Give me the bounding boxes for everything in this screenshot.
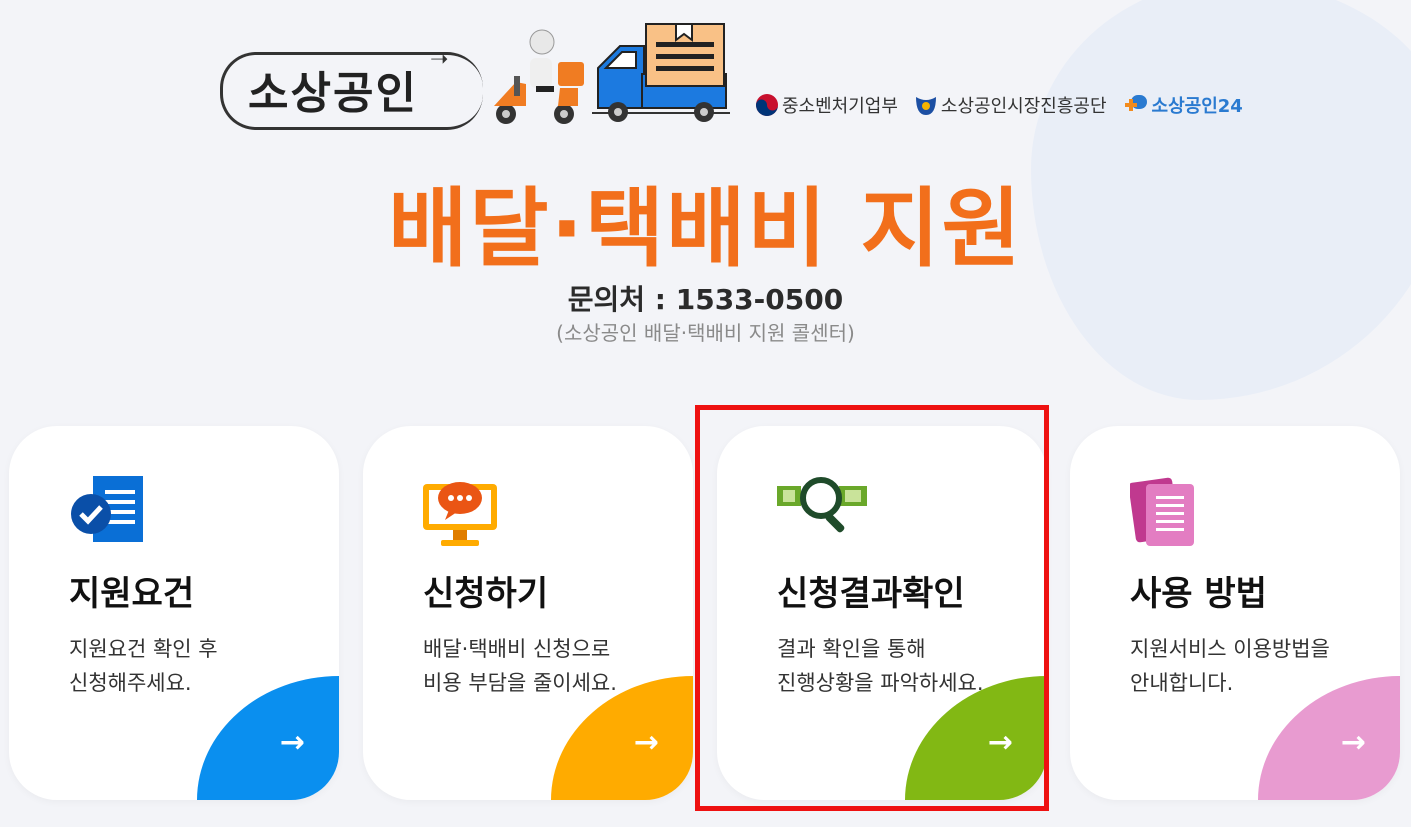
card-title: 신청결과확인 — [777, 574, 965, 614]
search-magnifier-icon — [777, 477, 867, 533]
documents-stack-icon — [1130, 477, 1194, 546]
banner-arrow-icon: ➝ — [430, 47, 449, 72]
delivery-truck-icon — [592, 23, 730, 122]
arrow-right-icon[interactable]: → — [634, 725, 659, 760]
card-apply[interactable]: 신청하기 배달·택배비 신청으로 비용 부담을 줄이세요. → — [363, 426, 693, 800]
ministry-emblem-icon — [756, 94, 778, 116]
logo-semas-label: 소상공인시장진흥공단 — [940, 96, 1107, 117]
logo-ministry-label: 중소벤처기업부 — [782, 96, 898, 117]
banner-title: 소상공인 — [248, 68, 418, 119]
logo-sosang24-label: 소상공인24 — [1151, 96, 1243, 117]
arrow-right-icon[interactable]: → — [280, 725, 305, 760]
page-title: 배달·택배비 지원 — [388, 179, 1023, 279]
logo-sosang24[interactable]: 소상공인24 — [1123, 92, 1243, 118]
logo-semas[interactable]: 소상공인시장진흥공단 — [914, 92, 1107, 118]
card-description-line1: 지원요건 확인 후 — [69, 637, 218, 661]
card-title: 사용 방법 — [1130, 574, 1267, 614]
card-description-line1: 배달·택배비 신청으로 — [423, 637, 611, 661]
contact-phone: 문의처 : 1533-0500 — [567, 283, 844, 316]
arrow-right-icon[interactable]: → — [1341, 725, 1366, 760]
monitor-chat-icon — [423, 482, 497, 546]
card-description-line1: 결과 확인을 통해 — [777, 637, 926, 661]
semas-logo-icon — [915, 97, 936, 115]
card-check-result[interactable]: 신청결과확인 결과 확인을 통해 진행상황을 파악하세요. → — [717, 426, 1047, 800]
card-title: 신청하기 — [423, 574, 549, 614]
card-how-to-use[interactable]: 사용 방법 지원서비스 이용방법을 안내합니다. → — [1070, 426, 1400, 800]
logo-ministry[interactable]: 중소벤처기업부 — [755, 92, 898, 118]
card-description-line1: 지원서비스 이용방법을 — [1130, 637, 1330, 661]
document-check-icon — [71, 476, 143, 542]
contact-subtitle: (소상공인 배달·택배비 지원 콜센터) — [556, 321, 855, 345]
partner-logos: 중소벤처기업부 소상공인시장진흥공단 소상공인24 — [755, 92, 1243, 118]
arrow-right-icon[interactable]: → — [988, 725, 1013, 760]
card-title: 지원요건 — [69, 574, 195, 614]
delivery-scooter-icon — [494, 29, 584, 124]
card-requirements[interactable]: 지원요건 지원요건 확인 후 신청해주세요. → — [9, 426, 339, 800]
sosang24-logo-icon — [1124, 95, 1147, 111]
